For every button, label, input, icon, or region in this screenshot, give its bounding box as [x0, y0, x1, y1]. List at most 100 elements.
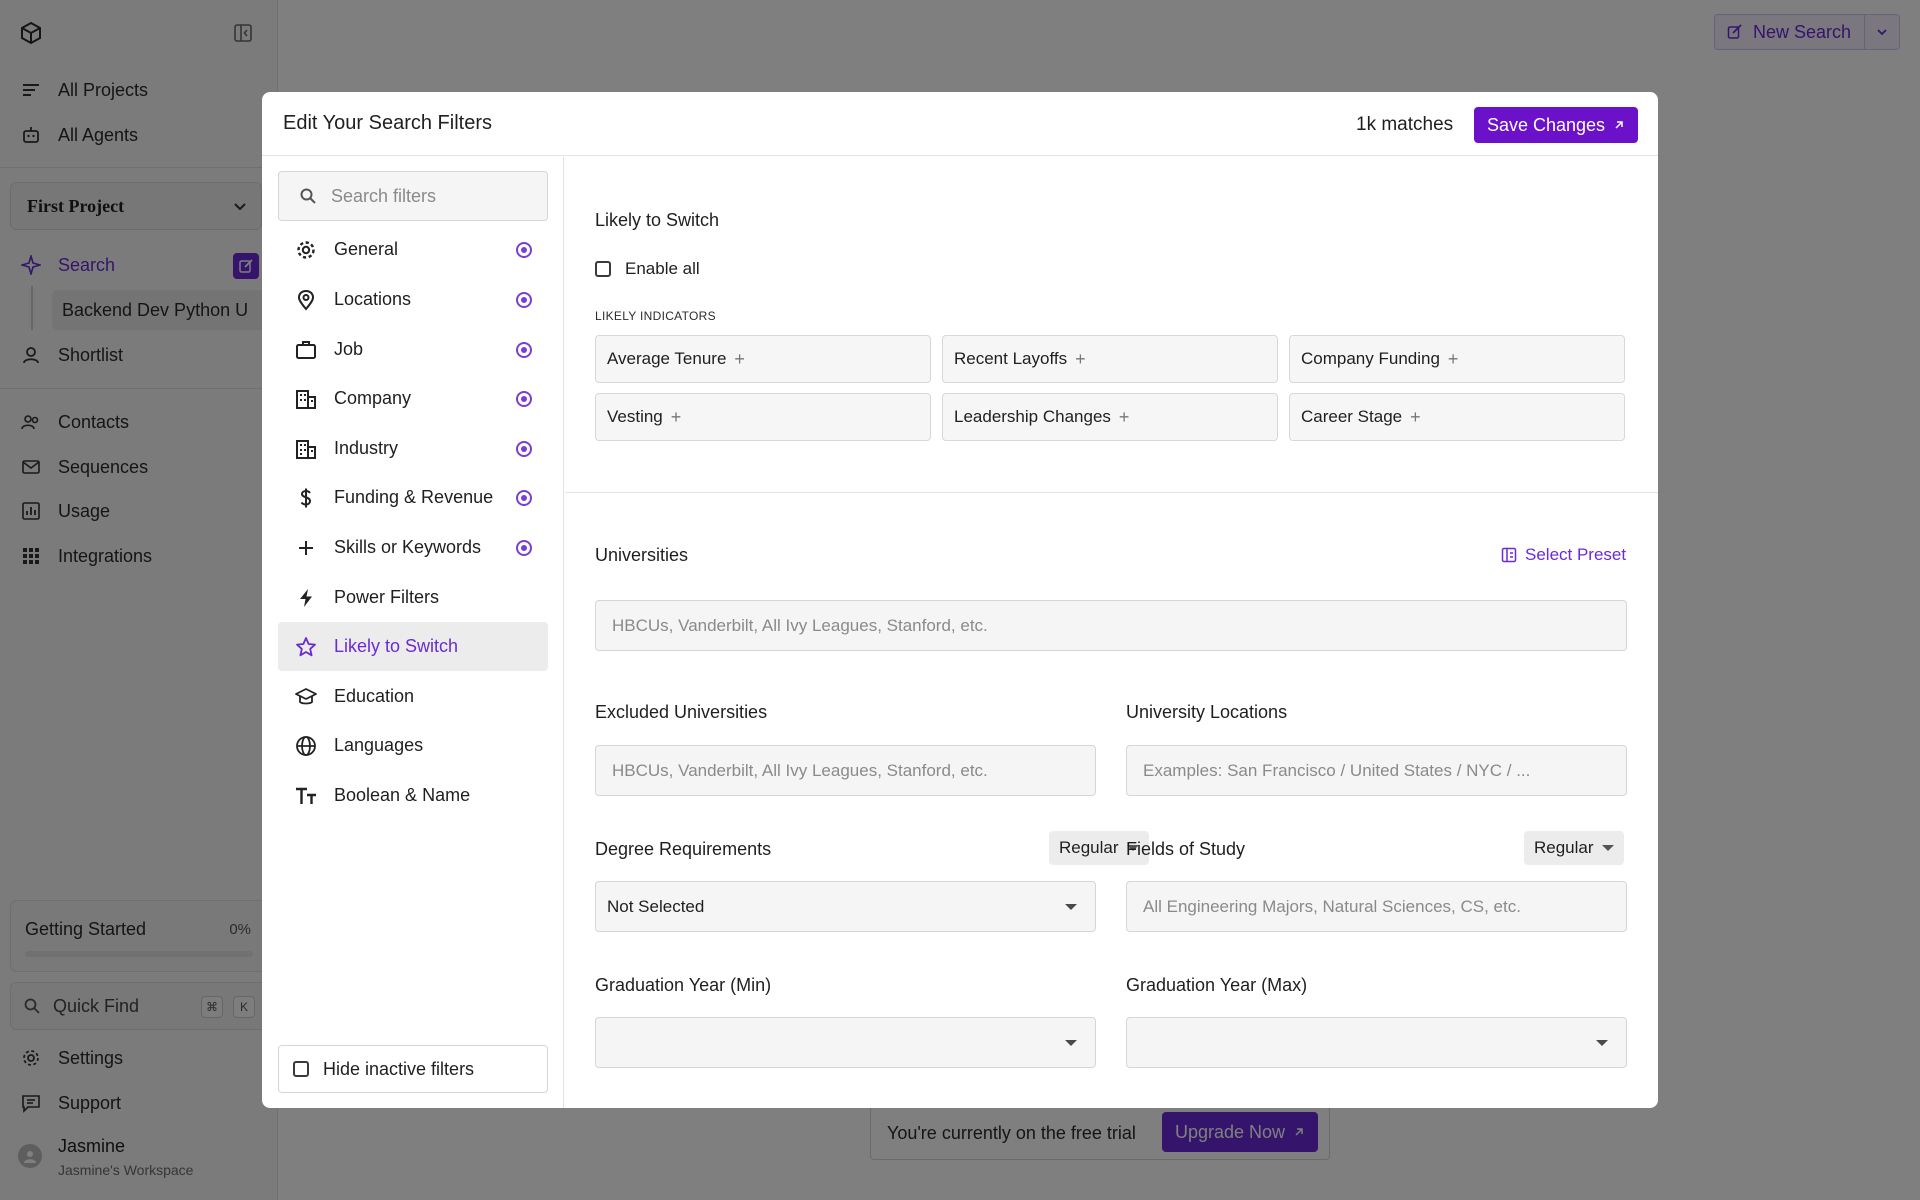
star-icon: [294, 635, 318, 659]
enable-all-toggle[interactable]: Enable all: [595, 259, 700, 279]
caret-down-icon: [1065, 1040, 1077, 1046]
active-indicator: [516, 490, 532, 506]
arrow-up-right-icon: [1615, 121, 1623, 129]
graduation-cap-icon: [294, 685, 318, 709]
match-count: 1k matches: [1356, 114, 1454, 135]
active-indicator: [516, 292, 532, 308]
graduation-year-max-label: Graduation Year (Max): [1126, 975, 1308, 995]
fields-mode-dropdown[interactable]: Regular: [1524, 831, 1624, 865]
excluded-universities-placeholder: HBCUs, Vanderbilt, All Ivy Leagues, Stan…: [612, 760, 988, 780]
indicator-company-funding[interactable]: Company Funding +: [1289, 335, 1625, 383]
plus-icon: +: [1075, 348, 1086, 369]
filter-category-label: Job: [334, 339, 364, 359]
filter-category-industry[interactable]: Industry: [278, 424, 548, 473]
bolt-icon: [294, 586, 318, 610]
indicator-label: Vesting: [607, 407, 663, 426]
filter-category-label: Likely to Switch: [334, 636, 459, 656]
search-icon: [300, 188, 316, 204]
universities-placeholder: HBCUs, Vanderbilt, All Ivy Leagues, Stan…: [612, 615, 988, 635]
indicator-average-tenure[interactable]: Average Tenure +: [595, 335, 931, 383]
enable-all-label: Enable all: [625, 259, 700, 278]
select-preset-button[interactable]: Select Preset: [1501, 545, 1626, 565]
indicator-label: Recent Layoffs: [954, 349, 1068, 368]
filter-category-job[interactable]: Job: [278, 325, 548, 374]
plus-icon: [294, 536, 318, 560]
graduation-year-min-label: Graduation Year (Min): [595, 975, 772, 995]
filter-category-company[interactable]: Company: [278, 374, 548, 423]
filter-category-label: Boolean & Name: [334, 785, 471, 805]
caret-down-icon: [1596, 1040, 1608, 1046]
search-filters-placeholder: Search filters: [331, 185, 437, 206]
filter-content: Likely to Switch Enable all LIKELY INDIC…: [565, 157, 1658, 1108]
indicator-recent-layoffs[interactable]: Recent Layoffs +: [942, 335, 1278, 383]
filter-category-languages[interactable]: Languages: [278, 721, 548, 770]
likely-indicators-label: LIKELY INDICATORS: [595, 309, 716, 323]
active-indicator: [516, 441, 532, 457]
indicator-label: Company Funding: [1301, 349, 1440, 368]
filter-category-likely-to-switch[interactable]: Likely to Switch: [278, 622, 548, 671]
indicator-leadership-changes[interactable]: Leadership Changes +: [942, 393, 1278, 441]
filter-category-label: Funding & Revenue: [334, 487, 494, 507]
active-indicator: [516, 242, 532, 258]
plus-icon: +: [1118, 406, 1130, 427]
indicator-label: Career Stage: [1301, 407, 1403, 426]
fields-of-study-placeholder: All Engineering Majors, Natural Sciences…: [1143, 896, 1521, 916]
text-size-icon: [294, 784, 318, 808]
caret-down-icon: [1065, 904, 1077, 910]
globe-icon: [294, 734, 318, 758]
fields-of-study-input[interactable]: All Engineering Majors, Natural Sciences…: [1126, 881, 1627, 932]
filter-category-label: Languages: [334, 735, 424, 755]
plus-icon: +: [1447, 348, 1459, 369]
plus-icon: +: [1410, 406, 1421, 427]
gear-icon: [294, 238, 318, 262]
graduation-year-min-select[interactable]: [595, 1017, 1096, 1068]
modal-title: Edit Your Search Filters: [283, 112, 492, 134]
degree-requirements-value: Not Selected: [607, 896, 705, 916]
degree-requirements-label: Degree Requirements: [595, 839, 772, 859]
filter-category-funding-revenue[interactable]: Funding & Revenue: [278, 473, 548, 522]
filter-category-label: General: [334, 239, 399, 259]
filter-categories: Search filters General Locations Job Com…: [262, 157, 564, 1108]
filter-category-boolean-name[interactable]: Boolean & Name: [278, 771, 548, 820]
briefcase-icon: [294, 338, 318, 362]
university-locations-placeholder: Examples: San Francisco / United States …: [1143, 760, 1531, 780]
modal-header: Edit Your Search Filters 1k matches Save…: [262, 92, 1658, 156]
indicator-label: Average Tenure: [607, 349, 727, 368]
checkbox[interactable]: [595, 261, 611, 277]
filter-category-label: Education: [334, 686, 415, 706]
university-locations-label: University Locations: [1126, 702, 1288, 722]
save-changes-label: Save Changes: [1486, 114, 1606, 135]
active-indicator: [516, 342, 532, 358]
hide-inactive-toggle[interactable]: Hide inactive filters: [278, 1045, 548, 1093]
filter-category-power-filters[interactable]: Power Filters: [278, 573, 548, 622]
fields-mode-value: Regular: [1534, 838, 1594, 857]
excluded-universities-input[interactable]: HBCUs, Vanderbilt, All Ivy Leagues, Stan…: [595, 745, 1096, 796]
indicator-vesting[interactable]: Vesting +: [595, 393, 931, 441]
caret-down-icon: [1601, 845, 1614, 851]
select-preset-label: Select Preset: [1525, 545, 1627, 564]
active-indicator: [516, 391, 532, 407]
university-locations-input[interactable]: Examples: San Francisco / United States …: [1126, 745, 1627, 796]
universities-input[interactable]: HBCUs, Vanderbilt, All Ivy Leagues, Stan…: [595, 600, 1627, 651]
save-changes-button[interactable]: Save Changes: [1474, 107, 1638, 143]
filter-category-general[interactable]: General: [278, 225, 548, 274]
active-indicator: [516, 540, 532, 556]
degree-mode-value: Regular: [1059, 838, 1119, 857]
filter-category-skills-keywords[interactable]: Skills or Keywords: [278, 523, 548, 572]
search-filters-input[interactable]: Search filters: [278, 171, 548, 221]
excluded-universities-label: Excluded Universities: [595, 702, 768, 722]
filter-category-locations[interactable]: Locations: [278, 275, 548, 324]
building-icon: [294, 387, 318, 411]
graduation-year-max-select[interactable]: [1126, 1017, 1627, 1068]
section-divider: [565, 492, 1658, 493]
filter-category-label: Locations: [334, 289, 412, 309]
filter-category-education[interactable]: Education: [278, 672, 548, 721]
checkbox[interactable]: [293, 1061, 309, 1077]
indicator-career-stage[interactable]: Career Stage +: [1289, 393, 1625, 441]
filter-category-label: Industry: [334, 438, 399, 458]
universities-label: Universities: [595, 545, 689, 565]
preset-icon: [1501, 547, 1517, 563]
filter-category-label: Skills or Keywords: [334, 537, 482, 557]
degree-requirements-select[interactable]: Not Selected: [595, 881, 1096, 932]
indicator-label: Leadership Changes: [954, 407, 1111, 426]
